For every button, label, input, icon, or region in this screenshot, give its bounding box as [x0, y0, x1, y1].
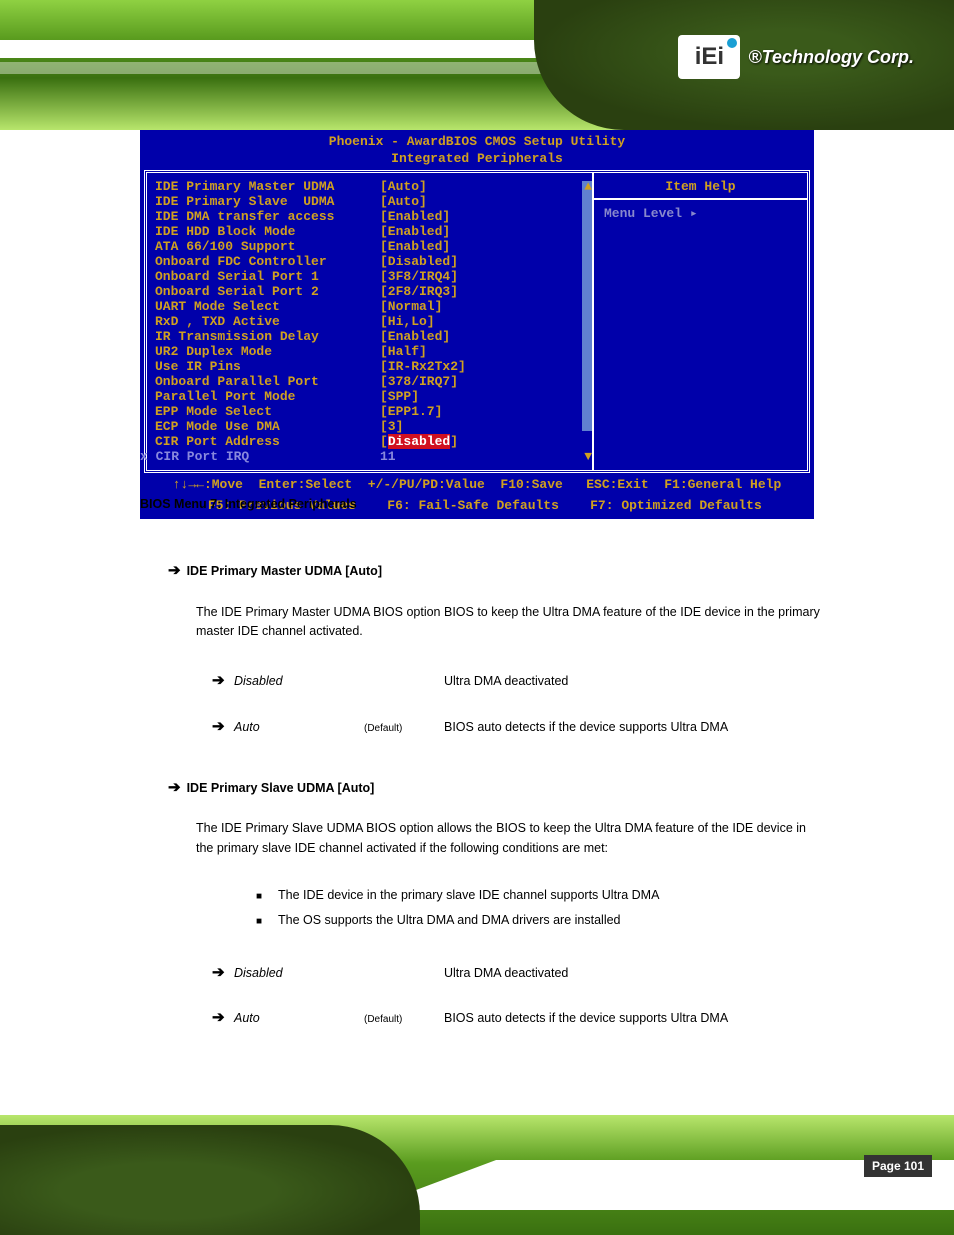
- bios-opt-label: CIR Port Address: [155, 434, 380, 449]
- bios-opt-value: [Enabled]: [380, 209, 450, 224]
- bios-opt-value-disabled: 11: [380, 449, 396, 464]
- arrow-right-icon: ➔: [212, 1006, 234, 1029]
- bios-opt-value: [3]: [380, 419, 403, 434]
- bios-opt-value: [378/IRQ7]: [380, 374, 458, 389]
- bios-opt-value: [3F8/IRQ4]: [380, 269, 458, 284]
- bios-opt-value: [2F8/IRQ3]: [380, 284, 458, 299]
- bios-opt-label: Use IR Pins: [155, 359, 380, 374]
- bios-opt-value: [Enabled]: [380, 224, 450, 239]
- option-name: Disabled: [234, 964, 364, 983]
- section-heading-2: ➔ IDE Primary Slave UDMA [Auto]: [168, 776, 820, 799]
- bios-options-panel: IDE Primary Master UDMA[Auto] IDE Primar…: [147, 173, 592, 470]
- page-number: Page 101: [864, 1155, 932, 1177]
- bios-opt-value-selected: [Disabled]: [380, 434, 458, 449]
- bios-opt-label-disabled: x CIR Port IRQ: [140, 449, 380, 464]
- option-row: ➔ Auto (Default) BIOS auto detects if th…: [212, 715, 820, 738]
- bios-frame: IDE Primary Master UDMA[Auto] IDE Primar…: [144, 170, 810, 473]
- bios-opt-label: IDE HDD Block Mode: [155, 224, 380, 239]
- bios-opt-value: [Disabled]: [380, 254, 458, 269]
- arrow-right-icon: ➔: [168, 776, 181, 799]
- footer-left-panel: [0, 1125, 420, 1235]
- bios-opt-value: [Hi,Lo]: [380, 314, 435, 329]
- bios-opt-value: [Auto]: [380, 194, 427, 209]
- bracket: ]: [450, 434, 458, 449]
- bracket: [: [380, 434, 388, 449]
- bios-opt-label: IDE Primary Slave UDMA: [155, 194, 380, 209]
- bios-opt-value: [Half]: [380, 344, 427, 359]
- bios-opt-value: [SPP]: [380, 389, 419, 404]
- section-heading-1: ➔ IDE Primary Master UDMA [Auto]: [168, 559, 820, 582]
- bios-menu-level: Menu Level ▸: [594, 200, 807, 227]
- bios-opt-label: ATA 66/100 Support: [155, 239, 380, 254]
- bios-item-help-title: Item Help: [594, 173, 807, 200]
- bios-opt-label: Onboard FDC Controller: [155, 254, 380, 269]
- bios-opt-label: Parallel Port Mode: [155, 389, 380, 404]
- bios-opt-label: IR Transmission Delay: [155, 329, 380, 344]
- scroll-down-icon: ▼: [584, 449, 592, 464]
- bios-title-line-2: Integrated Peripherals: [140, 151, 814, 170]
- option-default-tag: (Default): [364, 1012, 444, 1028]
- option-row: ➔ Disabled Ultra DMA deactivated: [212, 961, 820, 984]
- bios-screenshot: Phoenix - AwardBIOS CMOS Setup Utility I…: [140, 130, 814, 519]
- bios-opt-label: IDE DMA transfer access: [155, 209, 380, 224]
- option-desc: BIOS auto detects if the device supports…: [444, 718, 820, 737]
- figure-caption: BIOS Menu 7: Integrated Peripherals: [140, 495, 820, 514]
- bullet-icon: ■: [256, 889, 278, 905]
- scroll-up-icon: ▲: [584, 179, 592, 194]
- bullet-text: The IDE device in the primary slave IDE …: [278, 886, 659, 905]
- option-desc: Ultra DMA deactivated: [444, 964, 820, 983]
- option-row: ➔ Disabled Ultra DMA deactivated: [212, 669, 820, 692]
- bios-opt-label: UART Mode Select: [155, 299, 380, 314]
- header-right-panel: iEi ®Technology Corp.: [534, 0, 954, 130]
- bios-opt-label: Onboard Serial Port 2: [155, 284, 380, 299]
- bios-opt-value: [Enabled]: [380, 239, 450, 254]
- arrow-right-icon: ➔: [212, 669, 234, 692]
- option-desc: Ultra DMA deactivated: [444, 672, 820, 691]
- bios-scrollbar: [582, 181, 592, 431]
- option-name: Auto: [234, 718, 364, 737]
- arrow-right-icon: ➔: [212, 961, 234, 984]
- bios-opt-label: UR2 Duplex Mode: [155, 344, 380, 359]
- logo-icon: iEi: [678, 35, 740, 79]
- bios-title-line-1: Phoenix - AwardBIOS CMOS Setup Utility: [140, 130, 814, 151]
- bios-opt-label: Onboard Serial Port 1: [155, 269, 380, 284]
- bios-opt-value: [IR-Rx2Tx2]: [380, 359, 466, 374]
- bios-opt-label: RxD , TXD Active: [155, 314, 380, 329]
- bios-opt-value: [EPP1.7]: [380, 404, 442, 419]
- arrow-right-icon: ➔: [168, 559, 181, 582]
- bullet-icon: ■: [256, 914, 278, 930]
- bios-selected-value: Disabled: [388, 434, 450, 449]
- section-body: The IDE Primary Slave UDMA BIOS option a…: [196, 819, 820, 858]
- option-name: Auto: [234, 1009, 364, 1028]
- bios-opt-value: [Enabled]: [380, 329, 450, 344]
- bios-opt-label: EPP Mode Select: [155, 404, 380, 419]
- logo-area: iEi ®Technology Corp.: [678, 35, 914, 79]
- bios-help-panel: Item Help Menu Level ▸: [592, 173, 807, 470]
- bullet-item: ■ The IDE device in the primary slave ID…: [256, 886, 820, 905]
- logo-tagline: ®Technology Corp.: [748, 47, 914, 68]
- section-title: IDE Primary Slave UDMA [Auto]: [187, 779, 375, 798]
- section-title: IDE Primary Master UDMA [Auto]: [187, 562, 382, 581]
- document-content: BIOS Menu 7: Integrated Peripherals ➔ ID…: [140, 495, 820, 1051]
- section-body: The IDE Primary Master UDMA BIOS option …: [196, 603, 820, 642]
- bios-opt-label: IDE Primary Master UDMA: [155, 179, 380, 194]
- arrow-right-icon: ➔: [212, 715, 234, 738]
- bios-opt-value: [Auto]: [380, 179, 427, 194]
- option-row: ➔ Auto (Default) BIOS auto detects if th…: [212, 1006, 820, 1029]
- bullet-item: ■ The OS supports the Ultra DMA and DMA …: [256, 911, 820, 930]
- bios-opt-label: Onboard Parallel Port: [155, 374, 380, 389]
- option-default-tag: (Default): [364, 721, 444, 737]
- bios-opt-value: [Normal]: [380, 299, 442, 314]
- bullet-text: The OS supports the Ultra DMA and DMA dr…: [278, 911, 621, 930]
- bios-opt-label: ECP Mode Use DMA: [155, 419, 380, 434]
- option-desc: BIOS auto detects if the device supports…: [444, 1009, 820, 1028]
- option-name: Disabled: [234, 672, 364, 691]
